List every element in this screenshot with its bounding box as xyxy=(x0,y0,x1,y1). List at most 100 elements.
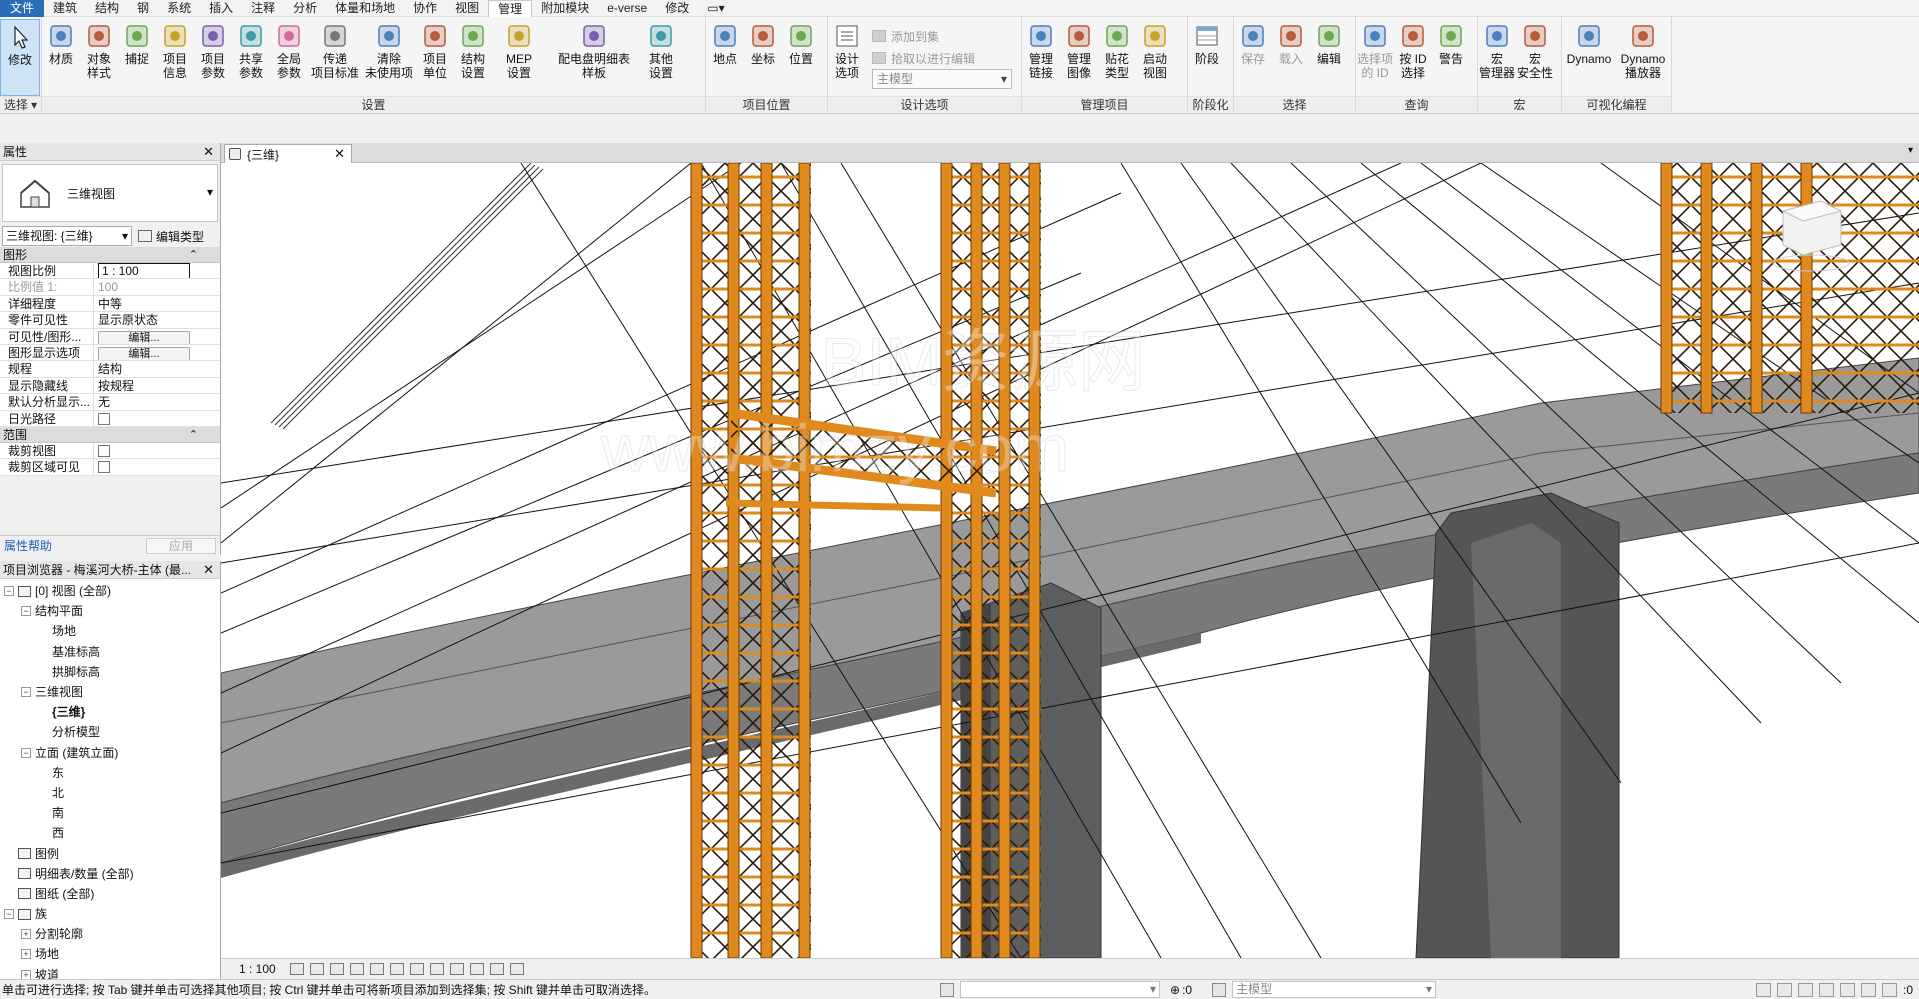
close-icon[interactable]: ✕ xyxy=(203,561,214,579)
property-row[interactable]: 规程 结构 xyxy=(0,361,220,378)
edit-button[interactable]: 编辑... xyxy=(98,330,190,344)
mep-settings-button[interactable]: MEP 设置 xyxy=(492,19,546,96)
browser-node[interactable]: 拱脚标高 xyxy=(0,662,220,682)
browser-node[interactable]: 西 xyxy=(0,823,220,843)
menu-tab-8[interactable]: 体量和场地 xyxy=(326,0,404,17)
panel-schedule-templates-button[interactable]: 配电盘明细表 样板 xyxy=(546,19,642,96)
view-scale[interactable]: 1 : 100 xyxy=(239,962,276,976)
category-graphics[interactable]: 图形 xyxy=(0,247,220,263)
menu-tab-9[interactable]: 协作 xyxy=(404,0,446,17)
workset-combo[interactable] xyxy=(960,981,1160,998)
menu-tab-5[interactable]: 插入 xyxy=(200,0,242,17)
structural-settings-button[interactable]: 结构 设置 xyxy=(454,19,492,96)
reveal-hidden-icon[interactable] xyxy=(469,963,484,975)
load-selection-button[interactable]: 载入 xyxy=(1272,19,1310,96)
browser-node[interactable]: 东 xyxy=(0,763,220,783)
property-checkbox[interactable] xyxy=(98,461,110,474)
property-row[interactable]: 零件可见性 显示原状态 xyxy=(0,312,220,329)
browser-node[interactable]: − 立面 (建筑立面) xyxy=(0,743,220,763)
design-option-combo[interactable]: 主模型 xyxy=(872,69,1012,89)
menu-tab-3[interactable]: 钢 xyxy=(128,0,158,17)
property-row[interactable]: 比例值 1: 100 xyxy=(0,279,220,296)
select-pinned-icon[interactable] xyxy=(1797,982,1813,997)
filter-icon[interactable] xyxy=(1881,982,1897,997)
browser-node[interactable]: + 分割轮廓 xyxy=(0,924,220,944)
menu-tab-11[interactable]: 管理 xyxy=(488,0,533,17)
object-styles-button[interactable]: 对象 样式 xyxy=(80,19,118,96)
browser-node[interactable]: 基准标高 xyxy=(0,642,220,662)
snaps-button[interactable]: 捕捉 xyxy=(118,19,156,96)
select-links-icon[interactable] xyxy=(1755,982,1771,997)
property-row[interactable]: 图形显示选项 编辑... xyxy=(0,344,220,362)
background-processes-icon[interactable] xyxy=(1860,982,1876,997)
property-value-cell[interactable]: 按规程 xyxy=(94,378,220,393)
apply-button[interactable]: 应用 xyxy=(146,537,216,554)
edit-button[interactable]: 编辑... xyxy=(98,346,190,361)
project-units-button[interactable]: 项目 单位 xyxy=(416,19,454,96)
expand-toggle-icon[interactable]: − xyxy=(21,687,31,698)
category-extents[interactable]: 范围 xyxy=(0,426,220,443)
shared-parameters-button[interactable]: 共享 参数 xyxy=(232,19,270,96)
browser-node[interactable]: − 族 xyxy=(0,904,220,924)
property-value-cell[interactable]: 无 xyxy=(94,394,220,409)
menu-tab-1[interactable]: 建筑 xyxy=(44,0,86,17)
position-button[interactable]: 位置 xyxy=(782,19,820,96)
dynamo-player-button[interactable]: Dynamo 播放器 xyxy=(1616,19,1670,96)
browser-node[interactable]: 分析模型 xyxy=(0,722,220,742)
document-tab-3d[interactable]: {三维} ✕ xyxy=(224,144,352,163)
location-button[interactable]: 地点 xyxy=(706,19,744,96)
design-options-status-icon[interactable] xyxy=(1212,982,1227,997)
select-by-face-icon[interactable] xyxy=(1818,982,1834,997)
property-row[interactable]: 日光路径 xyxy=(0,410,220,427)
dynamo-button[interactable]: Dynamo xyxy=(1562,19,1616,96)
materials-button[interactable]: 材质 xyxy=(42,19,80,96)
show-crop-region-icon[interactable] xyxy=(409,963,424,975)
property-row[interactable]: 详细程度 中等 xyxy=(0,295,220,313)
close-tab-icon[interactable]: ✕ xyxy=(334,146,345,162)
expand-toggle-icon[interactable]: − xyxy=(4,586,14,597)
tab-menu-icon[interactable]: ▾ xyxy=(1908,145,1913,156)
detail-level-icon[interactable] xyxy=(289,963,304,975)
global-parameters-button[interactable]: 全局 参数 xyxy=(270,19,308,96)
browser-node[interactable]: 图例 xyxy=(0,843,220,863)
expand-toggle-icon[interactable]: + xyxy=(21,949,31,960)
property-checkbox[interactable] xyxy=(98,444,110,457)
expand-toggle-icon[interactable]: + xyxy=(21,929,31,940)
highlight-displacement-icon[interactable] xyxy=(509,963,524,975)
expand-toggle-icon[interactable]: − xyxy=(21,747,31,758)
browser-node[interactable]: 明细表/数量 (全部) xyxy=(0,864,220,884)
property-checkbox[interactable] xyxy=(98,412,110,425)
property-row[interactable]: 可见性/图形... 编辑... xyxy=(0,328,220,345)
modify-button[interactable]: 修改 xyxy=(0,19,40,96)
analytical-model-icon[interactable] xyxy=(489,963,504,975)
menu-tab-14[interactable]: 修改 xyxy=(656,0,698,17)
browser-node[interactable]: − [0] 视图 (全部) xyxy=(0,581,220,601)
status-model-combo[interactable]: 主模型 xyxy=(1232,981,1437,998)
browser-node[interactable]: 图纸 (全部) xyxy=(0,884,220,904)
browser-node[interactable]: 北 xyxy=(0,783,220,803)
property-row[interactable]: 默认分析显示... 无 xyxy=(0,394,220,411)
property-value-cell[interactable] xyxy=(94,443,220,458)
browser-node[interactable]: + 场地 xyxy=(0,944,220,964)
property-row[interactable]: 裁剪区域可见 xyxy=(0,459,220,476)
3d-viewport[interactable]: BIM资源网 www.bimzy.com xyxy=(221,163,1919,958)
select-group-title[interactable]: 选择 ▾ xyxy=(0,96,41,112)
property-value-cell[interactable]: 显示原状态 xyxy=(94,312,220,327)
menu-tab-4[interactable]: 系统 xyxy=(158,0,200,17)
properties-help-link[interactable]: 属性帮助 xyxy=(4,537,52,554)
view-scale-input[interactable]: 1 : 100 xyxy=(98,263,190,279)
edit-type-button[interactable]: 编辑类型 xyxy=(138,228,204,245)
property-row[interactable]: 显示隐藏线 按规程 xyxy=(0,377,220,395)
purge-unused-button[interactable]: 清除 未使用项 xyxy=(362,19,416,96)
lock-view-icon[interactable] xyxy=(429,963,444,975)
menu-tab-2[interactable]: 结构 xyxy=(86,0,128,17)
menu-tab-0[interactable]: 文件 xyxy=(0,0,45,17)
decal-types-button[interactable]: 贴花 类型 xyxy=(1098,19,1136,96)
ids-of-selection-button[interactable]: 选择项 的 ID xyxy=(1356,19,1394,96)
property-value-cell[interactable] xyxy=(94,411,220,426)
property-value-cell[interactable]: 中等 xyxy=(94,296,220,311)
save-selection-button[interactable]: 保存 xyxy=(1234,19,1272,96)
property-value-cell[interactable]: 编辑... xyxy=(94,345,220,361)
drag-elements-icon[interactable] xyxy=(1839,982,1855,997)
additional-settings-button[interactable]: 其他 设置 xyxy=(642,19,680,96)
